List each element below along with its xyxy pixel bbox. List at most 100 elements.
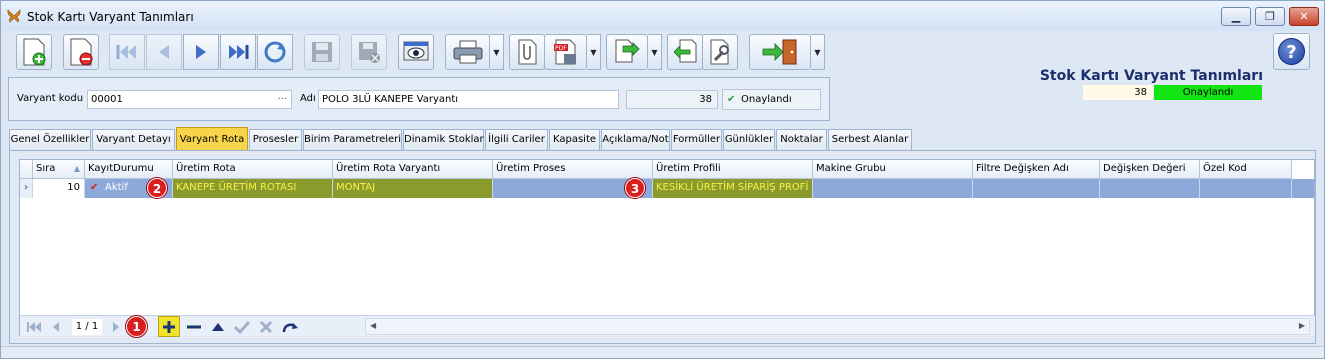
- nav-first-button[interactable]: [24, 317, 44, 336]
- name-field[interactable]: POLO 3LÜ KANEPE Varyantı: [318, 90, 619, 109]
- nav-next-button[interactable]: [106, 317, 126, 336]
- col-header-sira[interactable]: Sıra ▲: [33, 160, 85, 179]
- cell-makine-grubu[interactable]: [813, 179, 973, 198]
- cell-filtre-degisken[interactable]: [973, 179, 1100, 198]
- delete-record-button[interactable]: [63, 34, 99, 70]
- next-record-button[interactable]: [183, 34, 219, 70]
- col-header-ozel-kod[interactable]: Özel Kod: [1200, 160, 1292, 179]
- col-header-filtre-degisken[interactable]: Filtre Değişken Adı: [973, 160, 1100, 179]
- tab-birim-parametreleri[interactable]: Birim Parametreleri: [303, 129, 402, 150]
- exit-dropdown[interactable]: ▼: [811, 34, 825, 70]
- refresh-button[interactable]: [257, 34, 293, 70]
- scroll-right-icon[interactable]: ▶: [1299, 321, 1305, 330]
- tab-aciklama-not[interactable]: Açıklama/Not: [601, 129, 670, 150]
- up-triangle-icon: [212, 322, 224, 331]
- preview-button[interactable]: [398, 34, 434, 70]
- col-header-sira-label: Sıra: [36, 163, 56, 174]
- exit-button[interactable]: [749, 34, 811, 70]
- variant-code-value: 00001: [91, 94, 123, 105]
- cell-uretim-rota[interactable]: KANEPE ÜRETİM ROTASI: [173, 179, 333, 198]
- toolbar: ▼ PDF ▼ ▼ ▼ Stok Kartı Varyant Tanımları…: [1, 32, 1324, 100]
- close-button[interactable]: ✕: [1289, 7, 1319, 26]
- col-header-makine-grubu[interactable]: Makine Grubu: [813, 160, 973, 179]
- nav-delete-button[interactable]: [184, 317, 204, 336]
- export-button[interactable]: [606, 34, 648, 70]
- refresh-arrow-icon: [282, 322, 298, 332]
- new-record-button[interactable]: [16, 34, 52, 70]
- tools-button[interactable]: [702, 34, 738, 70]
- next-icon: [196, 45, 206, 59]
- first-icon: [116, 45, 136, 59]
- cell-rota-varyanti[interactable]: MONTAJ: [333, 179, 493, 198]
- exit-door-icon: [762, 39, 797, 65]
- col-header-uretim-rota[interactable]: Üretim Rota: [173, 160, 333, 179]
- last-icon: [229, 45, 249, 59]
- pdf-icon: PDF: [553, 39, 576, 65]
- tab-serbest-alanlar[interactable]: Serbest Alanlar: [828, 129, 912, 150]
- minimize-button[interactable]: ▁: [1221, 7, 1251, 26]
- name-value: POLO 3LÜ KANEPE Varyantı: [322, 94, 459, 105]
- nav-prev-button[interactable]: [46, 317, 66, 336]
- callout-badge-3: 3: [625, 178, 645, 198]
- pdf-button[interactable]: PDF: [544, 34, 587, 70]
- tab-varyant-detayi[interactable]: Varyant Detayı: [92, 129, 175, 150]
- scroll-left-icon[interactable]: ◀: [370, 321, 376, 330]
- nav-add-button[interactable]: [158, 316, 180, 337]
- last-record-button[interactable]: [220, 34, 256, 70]
- save-button[interactable]: [304, 34, 340, 70]
- back-arrow-icon: [673, 39, 697, 63]
- svg-text:PDF: PDF: [555, 45, 567, 52]
- nav-edit-button[interactable]: [208, 317, 228, 336]
- preview-icon: [403, 41, 429, 61]
- help-button[interactable]: ?: [1273, 33, 1310, 70]
- butterfly-icon: [7, 9, 21, 23]
- export-dropdown[interactable]: ▼: [648, 34, 662, 70]
- cancel-save-button[interactable]: [351, 34, 387, 70]
- header-status-badge: Onaylandı: [1154, 85, 1262, 100]
- previous-record-button[interactable]: [146, 34, 182, 70]
- tab-strip: Genel Özellikler Varyant Detayı Varyant …: [9, 127, 1309, 151]
- tab-genel-ozellikler[interactable]: Genel Özellikler: [9, 129, 91, 150]
- tab-gunlukler[interactable]: Günlükler: [723, 129, 775, 150]
- cell-ozel-kod[interactable]: [1200, 179, 1292, 198]
- nav-refresh-button[interactable]: [280, 317, 300, 336]
- variant-code-field[interactable]: 00001 ···: [87, 90, 292, 109]
- attachment-icon: [518, 39, 537, 65]
- tab-ilgili-cariler[interactable]: İlgili Cariler: [485, 129, 548, 150]
- col-header-degisken-degeri[interactable]: Değişken Değeri: [1100, 160, 1200, 179]
- tab-varyant-rota[interactable]: Varyant Rota: [176, 127, 248, 151]
- nav-post-button[interactable]: [232, 317, 252, 336]
- tab-dinamik-stoklar[interactable]: Dinamik Stoklar: [403, 129, 484, 150]
- export-icon: [615, 39, 640, 63]
- cell-uretim-profili[interactable]: KESİKLİ ÜRETİM SİPARİŞ PROFİ: [653, 179, 813, 198]
- lookup-dots-icon[interactable]: ···: [277, 91, 287, 108]
- nav-first-icon: [27, 321, 41, 332]
- col-header-kayit-durumu[interactable]: KayıtDurumu: [85, 160, 173, 179]
- tab-prosesler[interactable]: Prosesler: [249, 129, 302, 150]
- tab-kapasite[interactable]: Kapasite: [549, 129, 600, 150]
- first-record-button[interactable]: [109, 34, 145, 70]
- maximize-button[interactable]: ❐: [1255, 7, 1285, 26]
- attach-button[interactable]: [509, 34, 545, 70]
- cell-sira[interactable]: 10: [33, 179, 85, 198]
- col-header-rota-varyanti[interactable]: Üretim Rota Varyantı: [333, 160, 493, 179]
- pdf-dropdown[interactable]: ▼: [587, 34, 601, 70]
- col-header-uretim-profili[interactable]: Üretim Profili: [653, 160, 813, 179]
- cell-kayit-durumu-value: Aktif: [105, 182, 128, 193]
- print-dropdown[interactable]: ▼: [490, 34, 504, 70]
- tab-formuller[interactable]: Formüller: [671, 129, 722, 150]
- variant-code-label: Varyant kodu: [17, 93, 84, 104]
- active-check-icon: ✔: [90, 182, 99, 193]
- import-button[interactable]: [667, 34, 703, 70]
- tab-noktalar[interactable]: Noktalar: [776, 129, 827, 150]
- row-indicator-header: [20, 160, 33, 179]
- help-icon: ?: [1278, 38, 1305, 65]
- nav-cancel-button[interactable]: [256, 317, 276, 336]
- cancel-x-icon: [259, 320, 273, 333]
- cell-degisken-degeri[interactable]: [1100, 179, 1200, 198]
- col-header-uretim-proses[interactable]: Üretim Proses: [493, 160, 653, 179]
- print-button[interactable]: [445, 34, 490, 70]
- cell-filler: [1292, 179, 1314, 198]
- window-title: Stok Kartı Varyant Tanımları: [27, 10, 194, 24]
- horizontal-scrollbar[interactable]: ◀ ▶: [365, 318, 1310, 335]
